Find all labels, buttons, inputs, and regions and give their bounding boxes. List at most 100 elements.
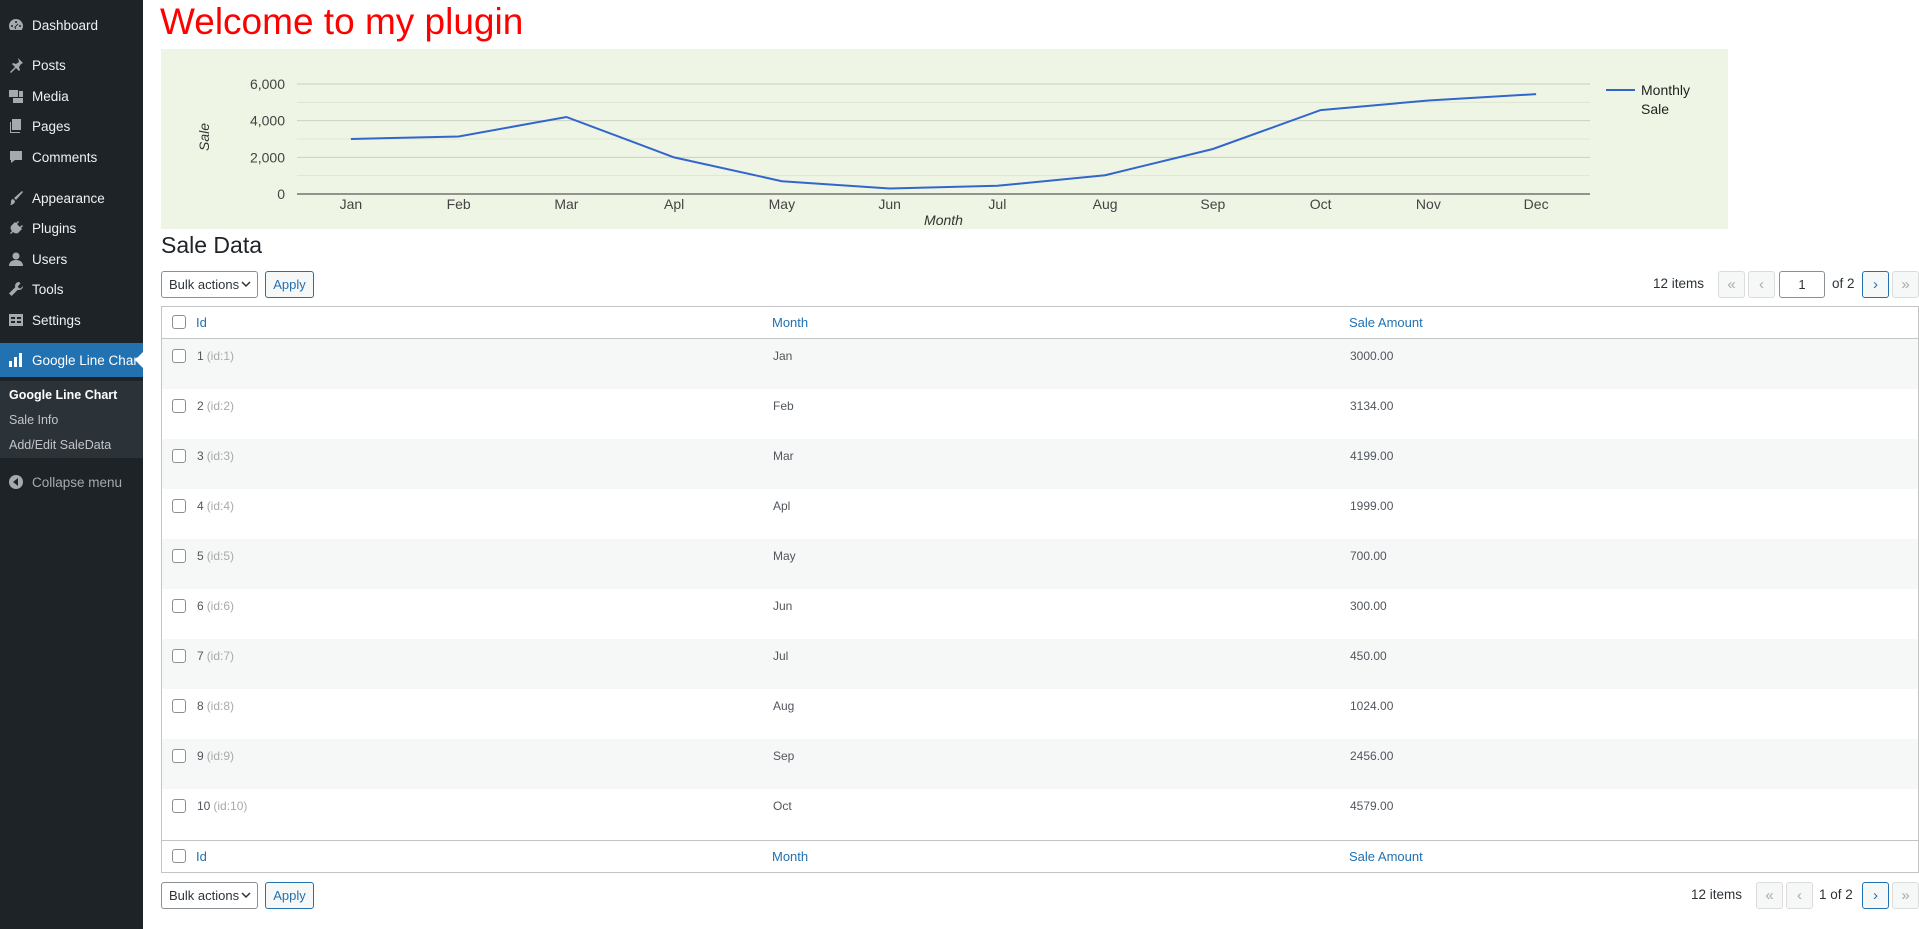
chevron-down-icon [241,281,251,288]
sidebar-item-comments[interactable]: Comments [0,142,143,172]
sidebar-item-google-line-chart[interactable]: Google Line Chart [0,343,143,377]
sidebar-item-label: Plugins [32,220,77,236]
sidebar-item-label: Dashboard [32,17,99,33]
sidebar-item-settings[interactable]: Settings [0,305,143,335]
collapse-icon [8,474,24,490]
sidebar-item-plugins[interactable]: Plugins [0,213,143,243]
active-indicator [135,352,143,368]
comment-icon [8,149,24,165]
apply-button[interactable]: Apply [265,271,314,298]
current-page-input[interactable] [1779,271,1825,298]
line-chart: 6,000 4,000 2,000 0 Jan Feb Mar Apl May Jun Jul Aug… [161,49,1728,229]
row-checkbox[interactable] [172,799,186,813]
dashboard-icon [8,17,24,33]
x-tick-label: Oct [1310,196,1332,212]
row-checkbox[interactable] [172,599,186,613]
table-row: 9 (id:9) Sep 2456.00 [162,739,1918,789]
y-tick-label: 6,000 [250,76,285,92]
chevron-down-icon [241,892,251,899]
y-tick-label: 0 [277,186,285,202]
x-tick-label: Feb [447,196,471,212]
row-checkbox[interactable] [172,749,186,763]
cell-id: 9 (id:9) [197,749,235,763]
cell-sale-amount: 4579.00 [1350,799,1394,813]
table-row: 7 (id:7) Jul 450.00 [162,639,1918,689]
cell-id: 1 (id:1) [197,349,235,363]
cell-sale-amount: 4199.00 [1350,449,1394,463]
cell-id: 2 (id:2) [197,399,235,413]
x-tick-label: Mar [554,196,578,212]
x-tick-label: Jun [878,196,901,212]
cell-id: 4 (id:4) [197,499,235,513]
cell-id: 6 (id:6) [197,599,235,613]
row-checkbox[interactable] [172,449,186,463]
sidebar-item-appearance[interactable]: Appearance [0,183,143,213]
cell-month: Oct [773,799,792,813]
x-tick-label: Sep [1200,196,1225,212]
apply-button[interactable]: Apply [265,882,314,909]
bulk-actions-select[interactable]: Bulk actions [161,882,258,909]
cell-month: Jun [773,599,793,613]
collapse-menu-button[interactable]: Collapse menu [0,470,143,494]
select-all-checkbox[interactable] [172,315,186,329]
sidebar-item-dashboard[interactable]: Dashboard [0,10,143,40]
cell-id: 10 (id:10) [197,799,248,813]
legend-label: Monthly [1641,82,1690,98]
submenu-item-add-edit-saledata[interactable]: Add/Edit SaleData [9,438,111,452]
cell-sale-amount: 2456.00 [1350,749,1394,763]
cell-month: Mar [773,449,794,463]
media-icon [8,88,24,104]
cell-month: Apl [773,499,791,513]
first-page-button: « [1756,882,1783,909]
cell-month: Feb [773,399,794,413]
next-page-button[interactable]: › [1862,882,1889,909]
row-checkbox[interactable] [172,399,186,413]
sidebar-item-tools[interactable]: Tools [0,274,143,304]
cell-month: Jul [773,649,789,663]
sidebar-item-label: Media [32,88,69,104]
row-checkbox[interactable] [172,699,186,713]
submenu-item-sale-info[interactable]: Sale Info [9,413,58,427]
column-header-sale-amount[interactable]: Sale Amount [1349,849,1423,864]
x-tick-label: Dec [1524,196,1549,212]
table-row: 5 (id:5) May 700.00 [162,539,1918,589]
cell-sale-amount: 450.00 [1350,649,1387,663]
cell-month: May [773,549,796,563]
cell-sale-amount: 300.00 [1350,599,1387,613]
row-checkbox[interactable] [172,349,186,363]
cell-sale-amount: 700.00 [1350,549,1387,563]
sidebar-item-pages[interactable]: Pages [0,111,143,141]
submenu-item-google-line-chart[interactable]: Google Line Chart [9,388,117,402]
cell-id: 7 (id:7) [197,649,235,663]
bulk-actions-select[interactable]: Bulk actions [161,271,258,298]
sidebar-submenu: Google Line Chart Sale Info Add/Edit Sal… [0,381,143,458]
plugin-icon [8,220,24,236]
row-checkbox[interactable] [172,499,186,513]
x-tick-label: Nov [1416,196,1441,212]
column-header-month[interactable]: Month [772,849,808,864]
section-title: Sale Data [161,232,263,258]
x-tick-label: Jul [988,196,1006,212]
user-icon [8,251,24,267]
table-footer: Id Month Sale Amount [162,840,1918,872]
row-checkbox[interactable] [172,649,186,663]
x-axis-title: Month [924,212,963,228]
table-row: 3 (id:3) Mar 4199.00 [162,439,1918,489]
select-all-checkbox[interactable] [172,849,186,863]
column-header-sale-amount[interactable]: Sale Amount [1349,315,1423,330]
column-header-id[interactable]: Id [196,849,207,864]
next-page-button[interactable]: › [1862,271,1889,298]
items-count: 12 items [1653,276,1705,291]
sidebar-item-posts[interactable]: Posts [0,50,143,80]
prev-page-button: ‹ [1786,882,1813,909]
sidebar-item-label: Tools [32,281,64,297]
series-line [350,93,1537,190]
table-row: 2 (id:2) Feb 3134.00 [162,389,1918,439]
sidebar-item-media[interactable]: Media [0,81,143,111]
bar-chart-icon [8,352,24,368]
column-header-month[interactable]: Month [772,315,808,330]
sidebar-item-users[interactable]: Users [0,244,143,274]
column-header-id[interactable]: Id [196,315,207,330]
table-row: 6 (id:6) Jun 300.00 [162,589,1918,639]
row-checkbox[interactable] [172,549,186,563]
